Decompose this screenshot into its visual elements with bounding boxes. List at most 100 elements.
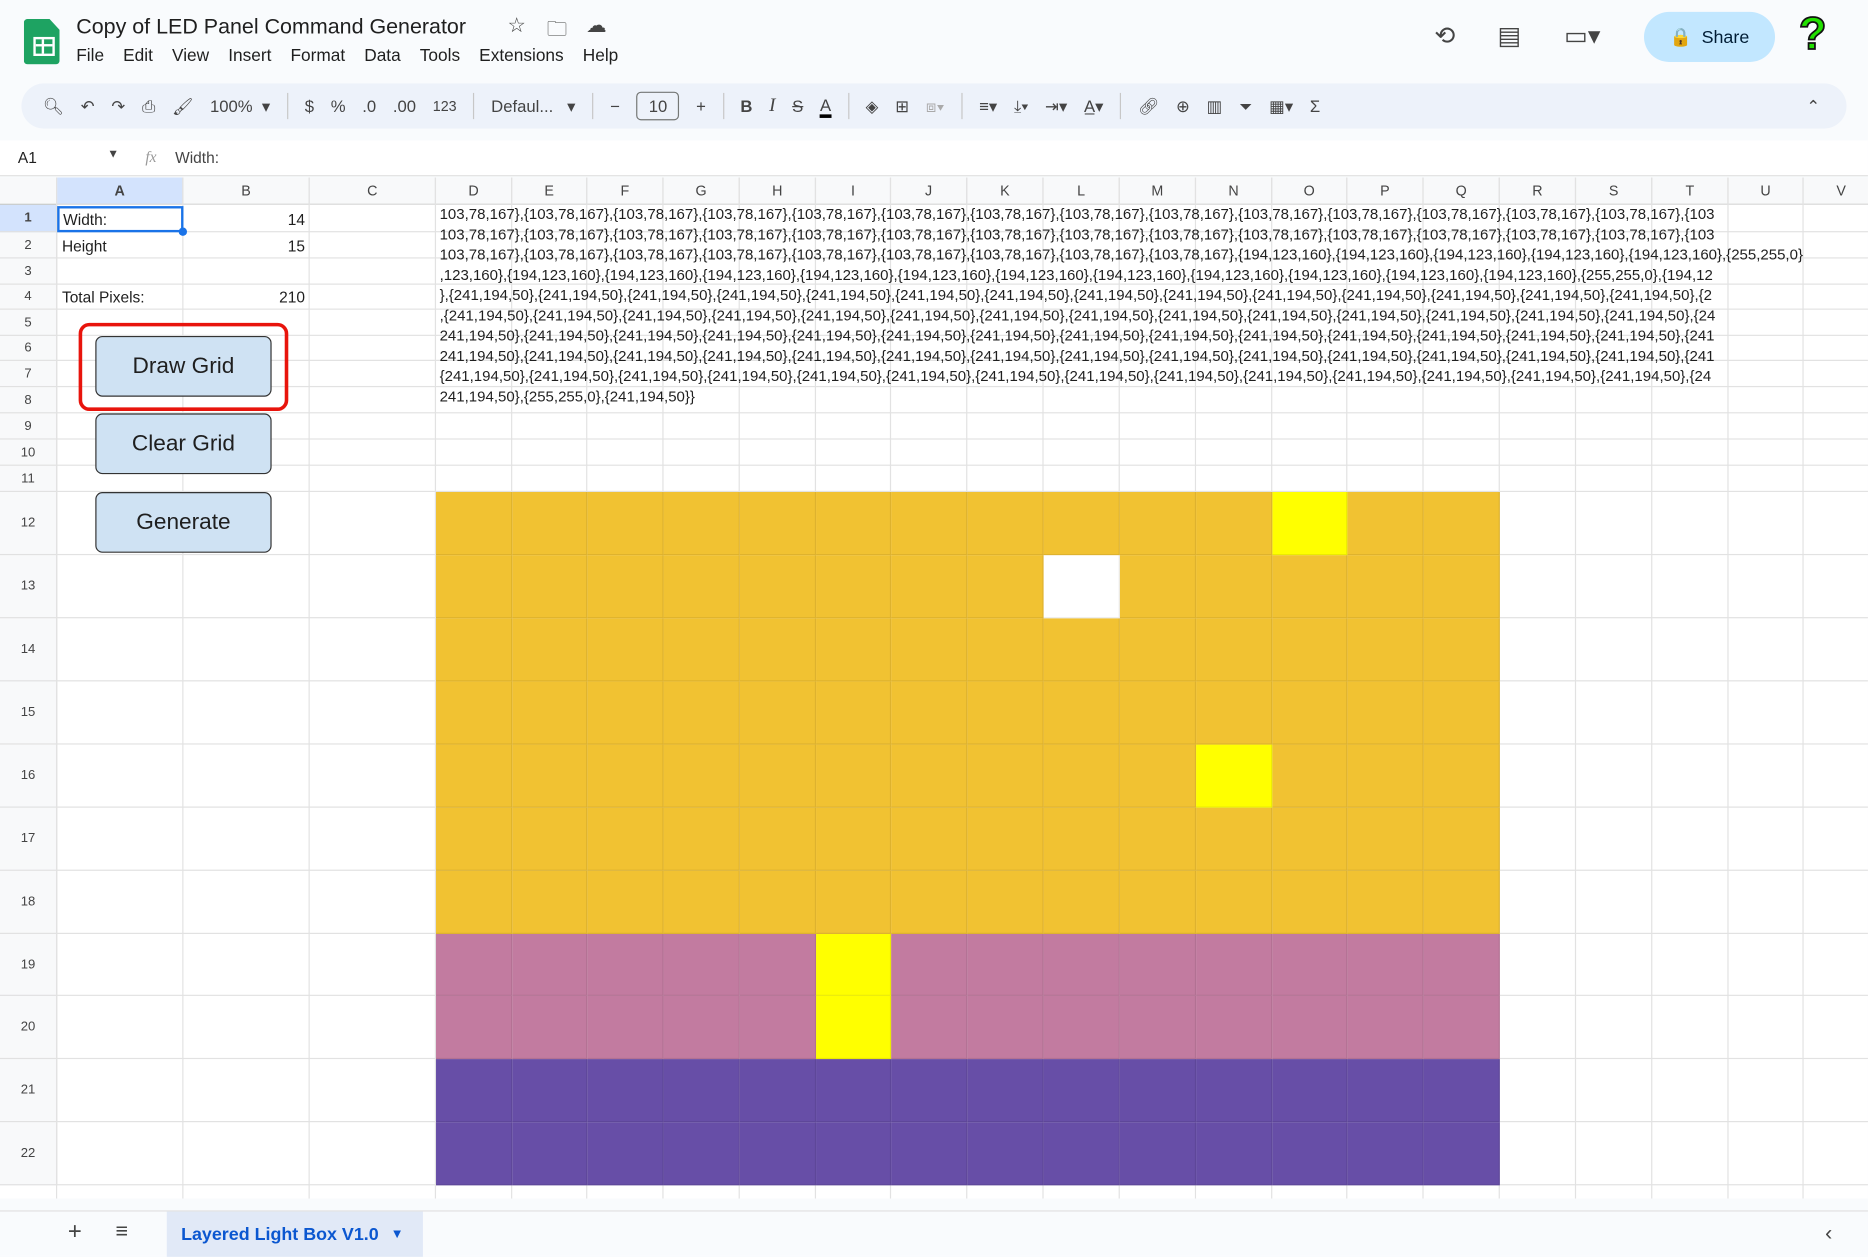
menu-format[interactable]: Format: [290, 46, 354, 65]
paint-format-icon[interactable]: 🖌︎: [172, 96, 193, 116]
column-header[interactable]: Q: [1423, 177, 1500, 205]
pixel-cell[interactable]: [1272, 1059, 1348, 1123]
pixel-cell[interactable]: [967, 492, 1044, 556]
spreadsheet-grid[interactable]: V U T S R Q P O N M L K J I H G F E D C B A 22 21 20 19 18 17 16 15 14…: [0, 177, 1868, 1199]
pixel-cell[interactable]: [587, 995, 664, 1060]
pixel-cell[interactable]: [1043, 870, 1120, 934]
pixel-cell[interactable]: [967, 744, 1044, 808]
pixel-cell[interactable]: [739, 995, 817, 1060]
pixel-cell[interactable]: [1423, 744, 1500, 808]
pixel-cell[interactable]: [1119, 681, 1197, 745]
column-header[interactable]: C: [309, 177, 437, 205]
pixel-cell[interactable]: [891, 870, 968, 934]
column-header[interactable]: S: [1576, 177, 1653, 205]
pixel-cell[interactable]: [1347, 995, 1424, 1060]
pixel-cell[interactable]: [1043, 744, 1120, 808]
pixel-cell[interactable]: [587, 807, 664, 871]
menu-edit[interactable]: Edit: [123, 46, 162, 65]
pixel-cell[interactable]: [739, 744, 817, 808]
vertical-align-icon[interactable]: ⤓▾: [1014, 96, 1028, 116]
row-header[interactable]: 18: [0, 870, 58, 934]
pixel-cell[interactable]: [436, 870, 513, 934]
pixel-cell[interactable]: [1423, 870, 1500, 934]
pixel-cell[interactable]: [739, 618, 817, 682]
pixel-cell[interactable]: [436, 807, 513, 871]
pixel-cell[interactable]: [663, 744, 740, 808]
text-color-icon[interactable]: A: [819, 95, 832, 118]
cell-a4[interactable]: Total Pixels:: [62, 288, 145, 306]
pixel-cell[interactable]: [1119, 744, 1197, 808]
bold-button[interactable]: B: [740, 96, 752, 115]
column-header[interactable]: O: [1272, 177, 1348, 205]
column-header[interactable]: D: [436, 177, 513, 205]
pixel-cell[interactable]: [1347, 555, 1424, 619]
comments-icon[interactable]: ▤: [1497, 21, 1521, 51]
redo-icon[interactable]: ↷: [111, 96, 125, 116]
name-box[interactable]: A1: [18, 149, 37, 167]
pixel-cell[interactable]: [512, 933, 588, 996]
pixel-cell[interactable]: [1272, 995, 1348, 1060]
pixel-cell[interactable]: [1119, 555, 1197, 619]
pixel-cell[interactable]: [1272, 555, 1348, 619]
column-header[interactable]: U: [1728, 177, 1804, 205]
pixel-cell[interactable]: [891, 618, 968, 682]
column-header[interactable]: H: [739, 177, 817, 205]
pixel-cell[interactable]: [816, 1059, 892, 1123]
text-wrapping-icon[interactable]: ⇥▾: [1045, 96, 1067, 116]
pixel-cell[interactable]: [1043, 555, 1120, 619]
pixel-cell[interactable]: [1272, 618, 1348, 682]
pixel-cell[interactable]: [967, 681, 1044, 745]
pixel-cell[interactable]: [436, 744, 513, 808]
pixel-cell[interactable]: [816, 995, 892, 1060]
pixel-cell[interactable]: [816, 870, 892, 934]
pixel-cell[interactable]: [1119, 807, 1197, 871]
pixel-cell[interactable]: [1043, 933, 1120, 996]
pixel-cell[interactable]: [1043, 492, 1120, 556]
pixel-cell[interactable]: [512, 618, 588, 682]
generate-button[interactable]: Generate: [95, 492, 272, 553]
pixel-cell[interactable]: [1119, 933, 1197, 996]
pixel-cell[interactable]: [1347, 744, 1424, 808]
menu-tools[interactable]: Tools: [420, 46, 470, 65]
pixel-cell[interactable]: [663, 933, 740, 996]
pixel-cell[interactable]: [663, 995, 740, 1060]
pixel-cell[interactable]: [1347, 492, 1424, 556]
pixel-cell[interactable]: [739, 681, 817, 745]
pixel-cell[interactable]: [739, 870, 817, 934]
share-button[interactable]: 🔒 Share: [1643, 11, 1776, 62]
pixel-cell[interactable]: [1196, 1059, 1273, 1123]
pixel-cell[interactable]: [816, 1122, 892, 1186]
pixel-cell[interactable]: [587, 870, 664, 934]
column-header[interactable]: F: [587, 177, 664, 205]
menu-help[interactable]: Help: [583, 46, 628, 65]
pixel-cell[interactable]: [816, 618, 892, 682]
draw-grid-button[interactable]: Draw Grid: [95, 335, 272, 397]
column-header[interactable]: M: [1119, 177, 1197, 205]
pixel-cell[interactable]: [739, 933, 817, 996]
pixel-cell[interactable]: [1272, 681, 1348, 745]
column-header[interactable]: V: [1803, 177, 1868, 205]
row-header[interactable]: 3: [0, 258, 58, 285]
column-header[interactable]: B: [183, 177, 310, 205]
row-header[interactable]: 5: [0, 309, 58, 336]
pixel-cell[interactable]: [1119, 618, 1197, 682]
pixel-cell[interactable]: [891, 995, 968, 1060]
row-header[interactable]: 14: [0, 618, 58, 682]
menu-view[interactable]: View: [172, 46, 219, 65]
pixel-cell[interactable]: [1272, 1122, 1348, 1186]
pixel-cell[interactable]: [512, 807, 588, 871]
pixel-cell[interactable]: [816, 807, 892, 871]
pixel-cell[interactable]: [816, 744, 892, 808]
pixel-cell[interactable]: [1423, 807, 1500, 871]
font-select[interactable]: Defaul... ▾: [491, 96, 575, 116]
italic-button[interactable]: I: [769, 95, 775, 116]
pixel-cell[interactable]: [663, 492, 740, 556]
column-header[interactable]: K: [967, 177, 1044, 205]
pixel-cell[interactable]: [1119, 492, 1197, 556]
pixel-cell[interactable]: [1423, 1122, 1500, 1186]
pixel-cell[interactable]: [587, 933, 664, 996]
menu-data[interactable]: Data: [364, 46, 410, 65]
collapse-toolbar-icon[interactable]: ⌃: [1806, 96, 1820, 116]
row-header[interactable]: 2: [0, 232, 58, 259]
pixel-cell[interactable]: [1119, 1122, 1197, 1186]
